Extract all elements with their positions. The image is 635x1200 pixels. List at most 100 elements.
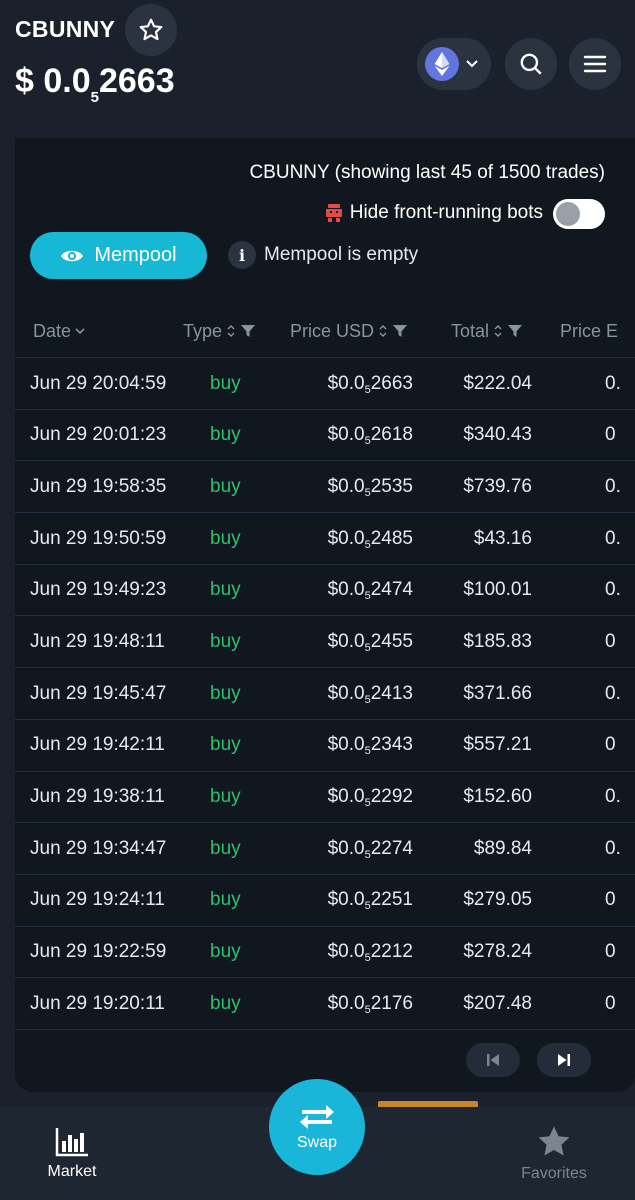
table-row[interactable]: Jun 29 19:49:23 buy $0.0 5 2474 $100.01 0.	[15, 565, 635, 617]
trade-total: $207.48	[463, 992, 532, 1014]
mempool-button[interactable]: Mempool	[30, 232, 207, 279]
swap-button[interactable]: Swap	[269, 1079, 365, 1175]
trade-total: $152.60	[463, 786, 532, 807]
menu-button[interactable]	[569, 38, 621, 90]
skip-forward-icon	[558, 1054, 570, 1066]
trade-price-usd: $0.0 5 2413	[328, 668, 413, 719]
trade-price-usd: $0.0 5 2455	[328, 616, 413, 667]
price-zero-count: 5	[364, 1003, 371, 1016]
info-icon: i	[228, 241, 256, 269]
next-page-button[interactable]	[537, 1043, 591, 1077]
filter-icon[interactable]	[507, 324, 523, 338]
table-row[interactable]: Jun 29 19:20:11 buy $0.0 5 2176 $207.48 0	[15, 978, 635, 1030]
trade-type: buy	[210, 941, 241, 963]
column-header-date[interactable]: Date	[33, 304, 85, 358]
bot-icon	[325, 204, 342, 222]
column-header-label: Date	[33, 320, 72, 341]
trade-date: Jun 29 19:22:59	[30, 941, 167, 963]
trade-date: Jun 29 19:49:23	[30, 579, 167, 601]
trade-type: buy	[210, 786, 241, 807]
table-row[interactable]: Jun 29 19:58:35 buy $0.0 5 2535 $739.76 0.	[15, 461, 635, 514]
trade-total: $222.04	[463, 372, 532, 394]
price-zero-count: 5	[364, 745, 371, 758]
trade-price-eth: 0.	[605, 372, 621, 394]
price-digits: 2663	[98, 62, 175, 100]
table-row[interactable]: Jun 29 20:04:59 buy $0.0 5 2663 $222.04 0.	[15, 358, 635, 410]
trade-price-eth: 0	[605, 941, 616, 963]
favorite-button[interactable]	[125, 4, 177, 56]
trades-table-body: Jun 29 20:04:59 buy $0.0 5 2663 $222.04 0. Jun …	[15, 358, 635, 1030]
price-zero-count: 5	[364, 952, 371, 965]
token-header: CBUNNY $ 0.052663	[0, 0, 635, 138]
price-prefix: $0.0	[327, 837, 365, 859]
previous-page-button[interactable]	[466, 1043, 520, 1077]
price-zero-count: 5	[364, 900, 371, 913]
price-zero-count: 5	[364, 590, 371, 603]
token-price: $ 0.052663	[15, 62, 175, 106]
table-row[interactable]: Jun 29 20:01:23 buy $0.0 5 2618 $340.43 0	[15, 410, 635, 462]
trade-type: buy	[210, 424, 241, 446]
filter-icon[interactable]	[392, 324, 408, 338]
skip-back-icon	[487, 1054, 499, 1066]
table-row[interactable]: Jun 29 19:50:59 buy $0.0 5 2485 $43.16 0.	[15, 513, 635, 565]
token-name: CBUNNY	[15, 16, 116, 42]
table-row[interactable]: Jun 29 19:48:11 buy $0.0 5 2455 $185.83 0	[15, 616, 635, 669]
trade-price-eth: 0.	[605, 682, 621, 704]
sort-icon	[494, 325, 502, 337]
table-row[interactable]: Jun 29 19:22:59 buy $0.0 5 2212 $278.24 0	[15, 927, 635, 979]
nav-market-label: Market	[47, 1162, 97, 1180]
trade-type: buy	[210, 475, 241, 497]
trade-total: $100.01	[463, 579, 532, 601]
ethereum-icon	[425, 47, 459, 81]
nav-favorites[interactable]: Favorites	[512, 1107, 596, 1200]
filter-icon[interactable]	[240, 324, 256, 338]
trade-total: $185.83	[463, 630, 532, 652]
trade-date: Jun 29 20:04:59	[30, 372, 167, 394]
trade-type: buy	[210, 837, 241, 859]
price-zero-count: 5	[364, 641, 371, 654]
trade-price-usd: $0.0 5 2176	[328, 978, 413, 1029]
nav-market[interactable]: Market	[40, 1107, 104, 1200]
chain-selector[interactable]	[417, 38, 491, 90]
trade-price-eth: 0	[605, 424, 616, 446]
trade-date: Jun 29 19:42:11	[30, 734, 165, 756]
trade-price-eth: 0	[605, 992, 616, 1014]
table-row[interactable]: Jun 29 19:38:11 buy $0.0 5 2292 $152.60 0.	[15, 772, 635, 824]
price-digits: 2535	[370, 475, 413, 497]
price-prefix: $0.0	[327, 372, 365, 394]
price-zero-count: 5	[364, 486, 371, 499]
price-digits: 2618	[370, 424, 413, 446]
column-header-label: Price E	[560, 320, 619, 341]
trade-price-eth: 0	[605, 889, 616, 911]
column-header-price-usd[interactable]: Price USD	[290, 304, 408, 358]
trade-type: buy	[210, 527, 241, 549]
table-row[interactable]: Jun 29 19:45:47 buy $0.0 5 2413 $371.66 0.	[15, 668, 635, 720]
table-row[interactable]: Jun 29 19:42:11 buy $0.0 5 2343 $557.21 0	[15, 720, 635, 772]
price-prefix: $0.0	[327, 424, 365, 446]
table-row[interactable]: Jun 29 19:34:47 buy $0.0 5 2274 $89.84 0.	[15, 823, 635, 875]
search-button[interactable]	[505, 38, 557, 90]
price-prefix: $0.0	[327, 527, 365, 549]
trade-price-usd: $0.0 5 2292	[328, 772, 413, 823]
mempool-status: i Mempool is empty	[228, 241, 418, 269]
trade-date: Jun 29 19:24:11	[30, 889, 165, 911]
trade-price-eth: 0.	[605, 786, 621, 807]
price-digits: 2212	[370, 941, 413, 963]
trade-date: Jun 29 19:34:47	[30, 837, 167, 859]
column-header-price-eth[interactable]: Price E	[560, 304, 618, 358]
swap-arrows-icon	[300, 1105, 334, 1129]
column-header-type[interactable]: Type	[183, 304, 256, 358]
table-row[interactable]: Jun 29 19:24:11 buy $0.0 5 2251 $279.05 0	[15, 875, 635, 927]
price-prefix: $ 0.0	[15, 62, 91, 100]
trade-type: buy	[210, 579, 241, 601]
nav-favorites-label: Favorites	[521, 1164, 587, 1182]
trade-date: Jun 29 19:45:47	[30, 682, 167, 704]
trade-date: Jun 29 19:50:59	[30, 527, 167, 549]
trade-total: $279.05	[463, 889, 532, 911]
toggle-knob	[556, 202, 580, 226]
price-zero-count: 5	[364, 797, 371, 809]
hide-bots-toggle[interactable]	[553, 199, 605, 229]
trade-price-usd: $0.0 5 2474	[328, 565, 413, 616]
trade-date: Jun 29 19:20:11	[30, 992, 165, 1014]
column-header-total[interactable]: Total	[451, 304, 523, 358]
